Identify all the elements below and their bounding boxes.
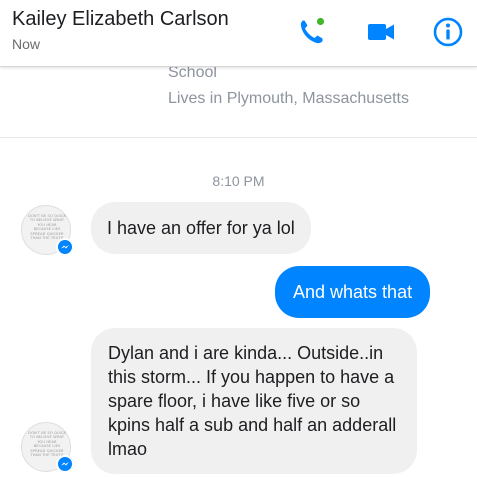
video-camera-icon [368,24,394,40]
incoming-message[interactable]: I have an offer for ya lol [91,202,311,254]
contact-avatar[interactable]: DON'T BE SO QUICK TO BELIEVE WHAT YOU HE… [21,205,74,256]
info-icon [433,17,463,47]
profile-location: Lives in Plymouth, Massachusetts [168,90,409,107]
outgoing-message[interactable]: And whats that [275,266,431,318]
avatar-caption: DON'T BE SO QUICK TO BELIEVE WHAT YOU HE… [28,214,66,241]
voice-call-button[interactable] [294,15,328,49]
divider [0,137,477,138]
conversation-info-button[interactable] [431,15,465,49]
profile-card: School Lives in Plymouth, Massachusetts [150,58,450,118]
incoming-message[interactable]: Dylan and i are kinda... Outside..in thi… [91,328,417,474]
conversation-header: Kailey Elizabeth Carlson Now [0,0,477,67]
phone-icon [300,17,325,44]
video-call-button[interactable] [364,15,398,49]
active-status: Now [12,36,41,52]
message-timestamp: 8:10 PM [212,173,265,189]
contact-name[interactable]: Kailey Elizabeth Carlson [12,8,229,31]
contact-avatar[interactable]: DON'T BE SO QUICK TO BELIEVE WHAT YOU HE… [21,422,74,473]
messenger-badge-icon [56,455,74,473]
avatar-caption: DON'T BE SO QUICK TO BELIEVE WHAT YOU HE… [28,431,66,458]
messenger-badge-icon [56,238,74,256]
